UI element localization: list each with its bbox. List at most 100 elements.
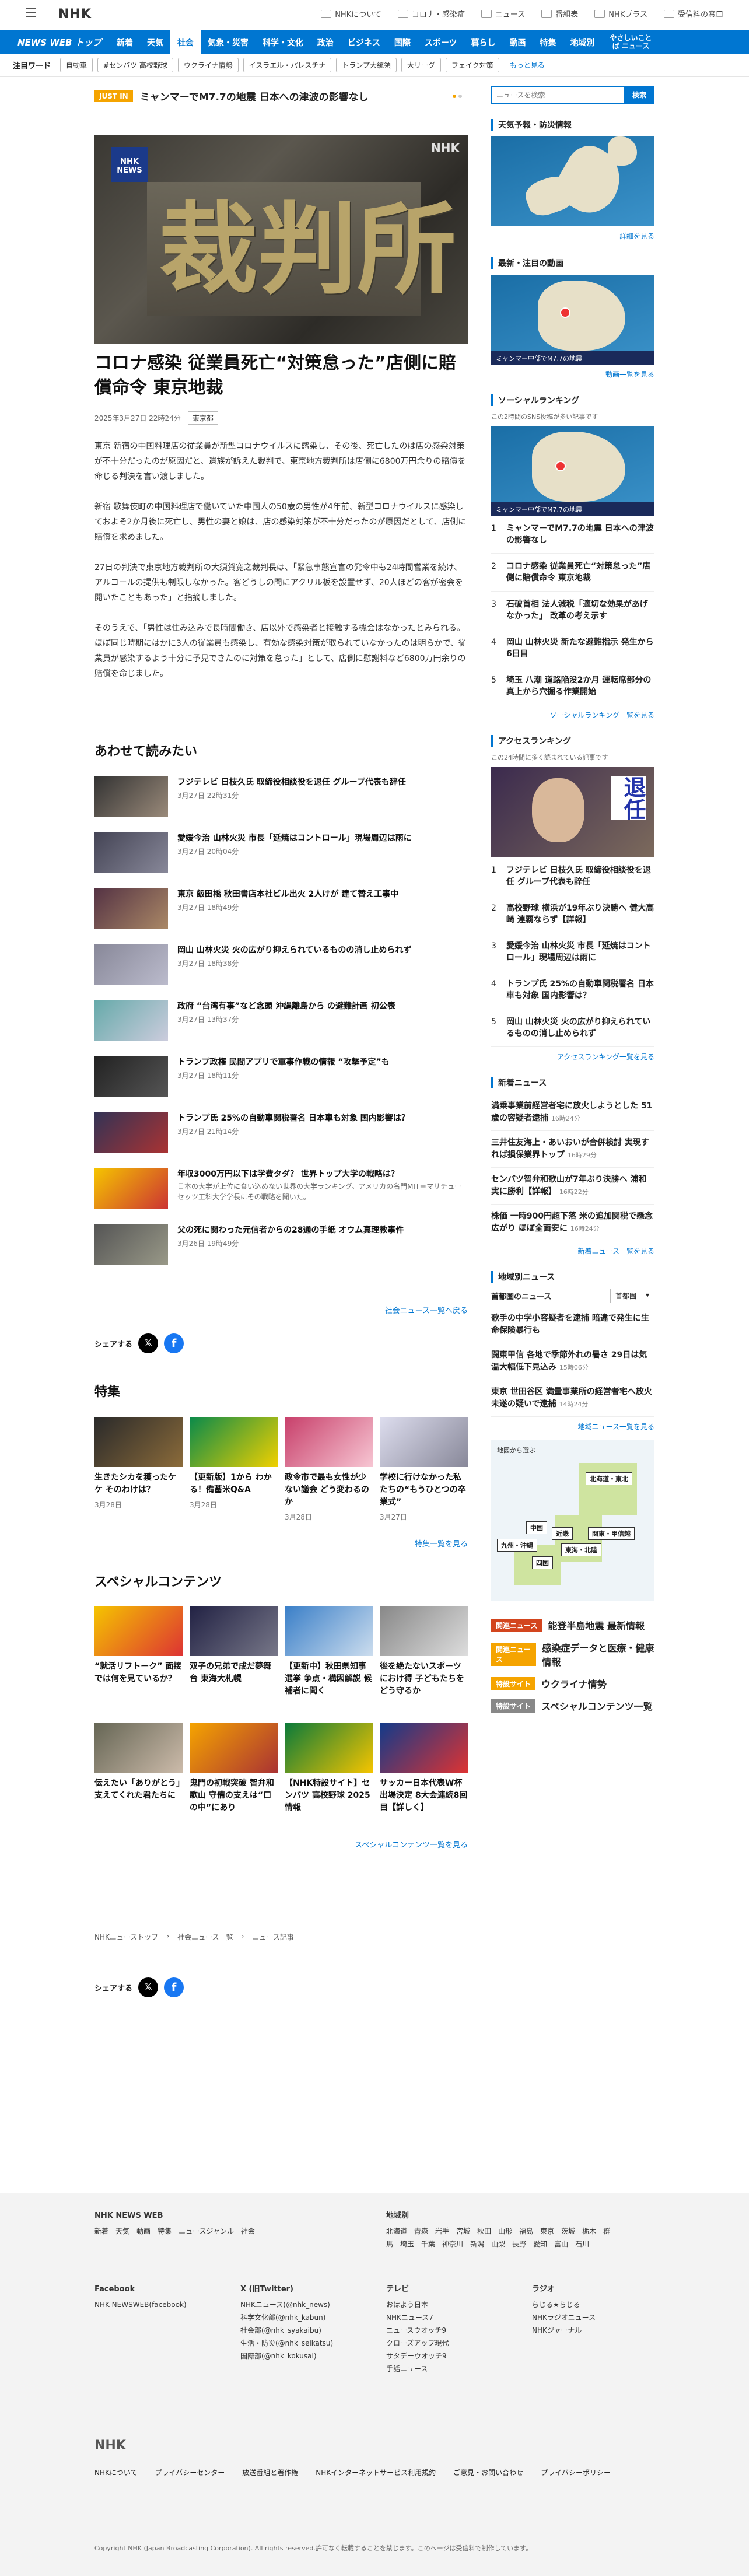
breaking-text[interactable]: ミャンマーでM7.7の地震 日本への津波の影響なし (140, 89, 369, 103)
footer-link[interactable]: サタデーウオッチ9 (386, 2350, 526, 2362)
weather-more-link[interactable]: 詳細を見る (491, 231, 654, 241)
related-item[interactable]: 父の死に関わった元信者からの28通の手紙 オウム真理教事件 3月26日 19時49… (94, 1217, 468, 1273)
related-item[interactable]: 年収3000万円以下は学費タダ？ 世界トップ大学の戦略は？ 日本の大学が上位に食い… (94, 1161, 468, 1217)
footer-link[interactable]: NHKについて (94, 2468, 138, 2477)
top-link[interactable]: 番組表 (541, 8, 578, 19)
social-rank-item[interactable]: 3 石破首相 法人減税「適切な効果があげなかった」 改革の考え示す (491, 592, 654, 629)
regional-more-link[interactable]: 地域ニュース一覧を見る (491, 1422, 654, 1432)
keyword-tag[interactable]: #センバツ 高校野球 (97, 58, 173, 72)
social-ranking-more-link[interactable]: ソーシャルランキング一覧を見る (491, 710, 654, 720)
related-item[interactable]: 東京 飯田橋 秋田書店本社ビル出火 2人けが 建て替え工事中 3月27日 18時4… (94, 881, 468, 937)
footer-news-links[interactable]: 新着 天気 動画 特集 ニュースジャンル 社会 (94, 2225, 328, 2238)
footer-link[interactable]: NHKニュース(@nhk_news) (240, 2298, 380, 2311)
special-more-link[interactable]: スペシャルコンテンツ一覧を見る (94, 1839, 468, 1850)
nav-item[interactable]: 動画 (503, 30, 533, 54)
footer-link[interactable]: 動画 (136, 2227, 150, 2235)
social-news-list-link[interactable]: 社会ニュース一覧へ戻る (94, 1304, 468, 1315)
footer-link[interactable]: NHKラジオニュース (532, 2311, 672, 2324)
region-button[interactable]: 九州・沖縄 (497, 1539, 537, 1552)
nav-item[interactable]: 気象・災害 (201, 30, 256, 54)
footer-link[interactable]: 国際部(@nhk_kokusai) (240, 2350, 380, 2362)
breadcrumb-item[interactable]: NHKニューストップ (94, 1932, 158, 1942)
footer-link[interactable]: らじる★らじる (532, 2298, 672, 2311)
footer-link[interactable]: プライバシーポリシー (541, 2468, 611, 2477)
region-button[interactable]: 四国 (532, 1556, 553, 1569)
top-link[interactable]: 受信料の窓口 (663, 8, 723, 19)
footer-link[interactable]: 千葉 (421, 2240, 435, 2248)
special-card[interactable]: 【NHK特設サイト】センバツ 高校野球 2025 情報 (285, 1723, 373, 1814)
promo-item[interactable]: 関連ニュース 能登半島地震 最新情報 (491, 1618, 654, 1632)
latest-item[interactable]: センバツ智弁和歌山が7年ぶり決勝へ 浦和実に勝利【詳報】 16時22分 (491, 1168, 654, 1205)
keyword-tag[interactable]: 大リーグ (401, 58, 441, 72)
latest-item[interactable]: 満乗事業前経営者宅に放火しようとした 51歳の容疑者逮捕 16時24分 (491, 1094, 654, 1131)
feature-card[interactable]: 学校に行けなかった私たちの“もうひとつの卒業式” 3月27日 (380, 1418, 468, 1522)
breadcrumb-item[interactable]: 社会ニュース一覧 (177, 1932, 233, 1942)
footer-link[interactable]: NHKニュース7 (386, 2311, 526, 2324)
feature-card[interactable]: 政令市で最も女性が少ない議会 どう変わるのか 3月28日 (285, 1418, 373, 1522)
special-card[interactable]: 伝えたい「ありがとう」支えてくれた君たちに (94, 1723, 183, 1814)
latest-item[interactable]: 株価 一時900円超下落 米の追加関税で懸念広がり ほぼ全面安に 16時24分 (491, 1205, 654, 1241)
article-category[interactable]: 東京都 (187, 411, 218, 425)
footer-link[interactable]: ニュースウオッチ9 (386, 2324, 526, 2337)
footer-link[interactable]: 新着 (94, 2227, 108, 2235)
footer-link[interactable]: プライバシーセンター (155, 2468, 225, 2477)
access-top-thumb[interactable]: 退任 (491, 766, 654, 858)
footer-link[interactable]: おはよう日本 (386, 2298, 526, 2311)
footer-link[interactable]: 放送番組と著作権 (242, 2468, 298, 2477)
regional-item[interactable]: 歌手の中学小容疑者を逮捕 暗違で発生に生命保険暴行も (491, 1307, 654, 1343)
special-card[interactable]: 双子の兄弟で成だ夢舞台 東海大札幌 (190, 1606, 278, 1698)
footer-link[interactable]: 生活・防災(@nhk_seikatsu) (240, 2337, 380, 2350)
nav-item[interactable]: ビジネス (341, 30, 387, 54)
special-card[interactable]: “就活リフトーク” 面接では何を見ているか？ (94, 1606, 183, 1698)
related-item[interactable]: フジテレビ 日枝久氏 取締役相談役を退任 グループ代表も辞任 3月27日 22時3… (94, 769, 468, 825)
menu-icon[interactable] (26, 8, 36, 18)
video-thumb[interactable]: ミャンマー中部でM7.7の地震 (491, 275, 654, 365)
region-select[interactable]: 首都圏 ▾ (610, 1289, 654, 1303)
footer-link[interactable]: NHK NEWSWEB(facebook) (94, 2298, 235, 2311)
access-rank-item[interactable]: 5 岡山 山林火災 火の広がり抑えられているものの消し止められず (491, 1009, 654, 1047)
footer-link[interactable]: 茨城 (561, 2227, 575, 2235)
footer-link[interactable]: ご意見・お問い合わせ (453, 2468, 523, 2477)
promo-item[interactable]: 関連ニュース 感染症データと医療・健康情報 (491, 1640, 654, 1668)
footer-link[interactable]: 秋田 (477, 2227, 491, 2235)
nav-item-easy[interactable]: やさしいことば ニュース (602, 30, 660, 54)
related-item[interactable]: 愛媛今治 山林火災 市長「延焼はコントロール」現場周辺は雨に 3月27日 20時0… (94, 825, 468, 881)
region-button[interactable]: 関東・甲信越 (588, 1527, 635, 1540)
related-item[interactable]: トランプ氏 25%の自動車関税署名 日本車も対象 国内影響は？ 3月27日 21時… (94, 1105, 468, 1161)
related-item[interactable]: トランプ政権 民間アプリで軍事作戦の情報 “攻撃予定”も 3月27日 18時11分 (94, 1049, 468, 1105)
special-card[interactable]: 後を絶たないスポーツにおけ得 子どもたちをどう守るか (380, 1606, 468, 1698)
social-top-thumb[interactable]: ミャンマー中部でM7.7の地震 (491, 426, 654, 516)
keyword-tag[interactable]: イスラエル・パレスチナ (243, 58, 332, 72)
footer-link[interactable]: 愛知 (533, 2240, 547, 2248)
social-rank-item[interactable]: 4 岡山 山林火災 新たな避難指示 発生から6日目 (491, 629, 654, 667)
footer-link[interactable]: 山形 (498, 2227, 512, 2235)
footer-link[interactable]: 長野 (512, 2240, 526, 2248)
footer-link[interactable]: 社会部(@nhk_syakaibu) (240, 2324, 380, 2337)
nav-item[interactable]: 地域別 (564, 30, 602, 54)
nav-item[interactable]: 国際 (387, 30, 418, 54)
footer-link[interactable]: 天気 (116, 2227, 130, 2235)
keyword-tag[interactable]: 自動車 (60, 58, 93, 72)
video-more-link[interactable]: 動画一覧を見る (491, 369, 654, 379)
top-link[interactable]: ニュース (481, 8, 525, 19)
keyword-tag[interactable]: フェイク対策 (446, 58, 499, 72)
footer-link[interactable]: 手話ニュース (386, 2362, 526, 2375)
footer-link[interactable]: 宮城 (456, 2227, 470, 2235)
footer-link[interactable]: 特集 (158, 2227, 172, 2235)
social-rank-item[interactable]: 1 ミャンマーでM7.7の地震 日本への津波の影響なし (491, 516, 654, 554)
related-item[interactable]: 岡山 山林火災 火の広がり抑えられているものの消し止められず 3月27日 18時3… (94, 937, 468, 993)
access-rank-item[interactable]: 3 愛媛今治 山林火災 市長「延焼はコントロール」現場周辺は雨に (491, 933, 654, 971)
facebook-share-icon[interactable]: f (164, 1978, 184, 1997)
promo-item[interactable]: 特設サイト スペシャルコンテンツ一覧 (491, 1699, 654, 1713)
special-card[interactable]: 【更新中】秋田県知事選挙 争点・構図解説 候補者に聞く (285, 1606, 373, 1698)
facebook-share-icon[interactable]: f (164, 1334, 184, 1353)
nhk-logo[interactable]: NHK (58, 7, 92, 22)
nav-item[interactable]: 科学・文化 (256, 30, 310, 54)
footer-link[interactable]: 埼玉 (400, 2240, 414, 2248)
footer-link[interactable]: 社会 (241, 2227, 255, 2235)
nav-item[interactable]: 暮らし (464, 30, 503, 54)
footer-link[interactable]: クローズアップ現代 (386, 2337, 526, 2350)
footer-link[interactable]: 石川 (575, 2240, 589, 2248)
nav-item[interactable]: スポーツ (418, 30, 464, 54)
related-item[interactable]: 政府 “台湾有事”など念頭 沖縄離島から の避難計画 初公表 3月27日 13時3… (94, 993, 468, 1049)
